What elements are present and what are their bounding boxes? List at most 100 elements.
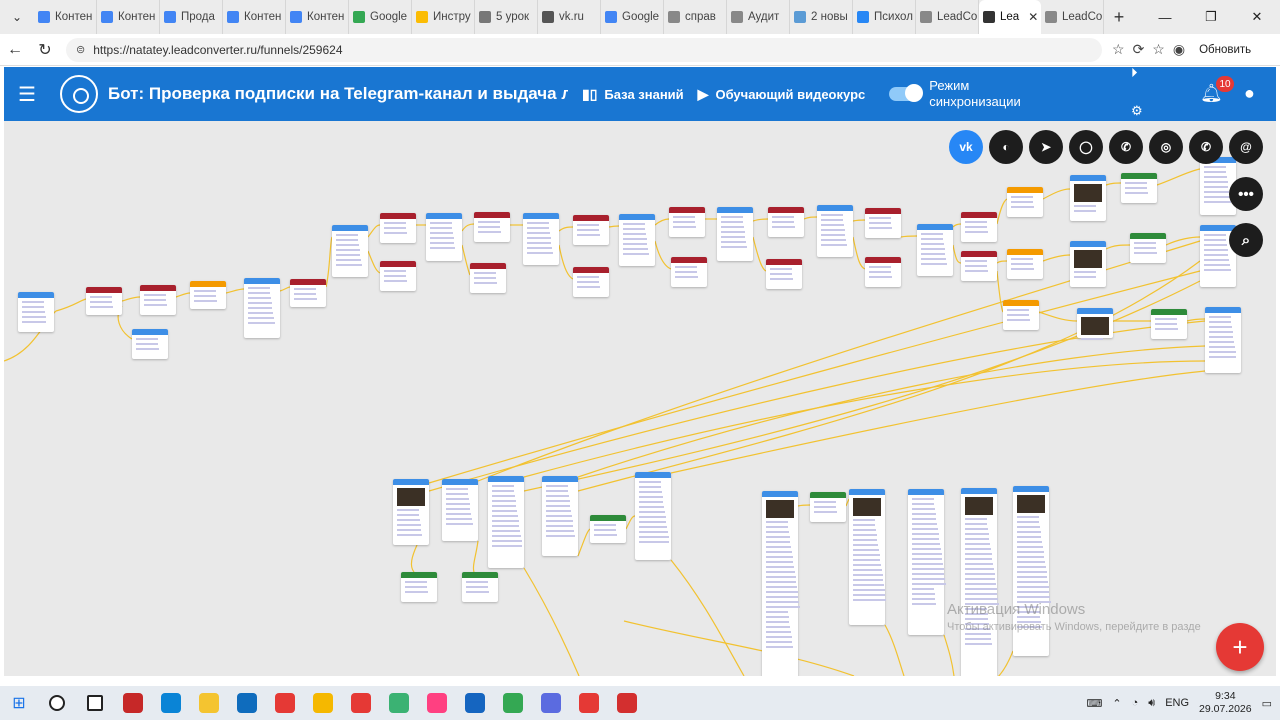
funnel-block[interactable] (768, 207, 804, 237)
funnel-block[interactable] (766, 259, 802, 289)
app-icon-7[interactable] (608, 686, 646, 720)
video-course-link[interactable]: ▶ Обучающий видеокурс (698, 86, 866, 103)
funnel-block[interactable] (442, 479, 478, 541)
search-icon[interactable]: ⌕ (1229, 223, 1263, 257)
funnel-block[interactable] (573, 215, 609, 245)
url-field[interactable]: ⊜ https://natatey.leadconverter.ru/funne… (66, 37, 1102, 62)
show-hidden-icon[interactable]: ⌃ (1112, 697, 1121, 710)
funnel-block[interactable] (573, 267, 609, 297)
funnel-block[interactable] (671, 257, 707, 287)
browser-tab[interactable]: Прода (160, 0, 223, 34)
new-tab-plus-icon[interactable]: + (1104, 7, 1134, 28)
yandex-browser-icon[interactable] (570, 686, 608, 720)
browser-tab[interactable]: vk.ru (538, 0, 601, 34)
more-options-button[interactable]: ••• (1229, 177, 1263, 211)
funnel-block[interactable] (86, 287, 122, 315)
funnel-block[interactable] (244, 278, 280, 338)
funnel-canvas[interactable]: vk ◐ ➤ ◯ ✆ ◎ ✆ @ ••• ⌕ Активация Windows Чтобы … (4, 121, 1276, 676)
funnel-block[interactable] (669, 207, 705, 237)
funnel-block[interactable] (462, 572, 498, 602)
browser-tab[interactable]: справ (664, 0, 727, 34)
funnel-block[interactable] (1130, 233, 1166, 263)
funnel-block[interactable] (865, 208, 901, 238)
knowledge-base-link[interactable]: ▮▯ База знаний (582, 86, 684, 103)
funnel-block[interactable] (488, 476, 524, 568)
funnel-block[interactable] (849, 489, 887, 625)
funnel-block[interactable] (401, 572, 437, 602)
app-icon-2[interactable] (304, 686, 342, 720)
funnel-block[interactable] (380, 213, 416, 243)
funnel-block[interactable] (961, 488, 999, 676)
browser-tab[interactable]: Контен (97, 0, 160, 34)
close-window-button[interactable]: ✕ (1234, 0, 1280, 34)
reload-icon[interactable]: ↻ (30, 35, 60, 65)
opera-icon[interactable] (342, 686, 380, 720)
browser-tab[interactable]: Контен (286, 0, 349, 34)
messenger-icon[interactable]: ◐ (989, 130, 1023, 164)
funnel-block[interactable] (470, 263, 506, 293)
funnel-block[interactable] (1007, 187, 1043, 217)
notifications-icon[interactable]: ▭ (1262, 697, 1272, 710)
explorer-icon[interactable] (190, 686, 228, 720)
play-icon[interactable]: ⏵ (1131, 65, 1138, 81)
funnel-block[interactable] (1121, 173, 1157, 203)
funnel-block[interactable] (635, 472, 671, 560)
site-info-icon[interactable]: ⊜ (76, 43, 85, 56)
browser-tab[interactable]: 5 урок (475, 0, 538, 34)
vk-icon[interactable]: vk (949, 130, 983, 164)
browser-tab[interactable]: Психол (853, 0, 916, 34)
funnel-block[interactable] (717, 207, 753, 261)
minimize-button[interactable]: — (1142, 0, 1188, 34)
leadconverter-logo[interactable] (60, 75, 98, 113)
funnel-block[interactable] (961, 251, 997, 281)
funnel-block[interactable] (762, 491, 800, 676)
edge-icon[interactable] (152, 686, 190, 720)
funnel-block[interactable] (1151, 309, 1187, 339)
app-icon-4[interactable] (418, 686, 456, 720)
browser-tab[interactable]: Lea ✕ (979, 0, 1041, 34)
funnel-block[interactable] (1007, 249, 1043, 279)
browser-tab[interactable]: Аудит (727, 0, 790, 34)
funnel-block[interactable] (619, 214, 655, 266)
extensions-icon[interactable]: ⟳ (1133, 41, 1145, 58)
back-arrow-icon[interactable]: ← (0, 35, 30, 65)
chat-icon[interactable]: ◯ (1069, 130, 1103, 164)
funnel-block[interactable] (917, 224, 953, 276)
funnel-block[interactable] (865, 257, 901, 287)
funnel-block[interactable] (140, 285, 176, 315)
browser-tab[interactable]: Google (349, 0, 412, 34)
funnel-block[interactable] (1077, 308, 1113, 340)
funnel-block[interactable] (132, 329, 168, 359)
update-button[interactable]: Обновить (1199, 44, 1251, 56)
whatsapp-icon[interactable]: ✆ (1189, 130, 1223, 164)
close-tab-icon[interactable]: ✕ (1028, 10, 1038, 24)
browser-tab[interactable]: Инстру (412, 0, 475, 34)
keyboard-icon[interactable]: ⌨ (1086, 697, 1102, 710)
outlook-icon[interactable] (228, 686, 266, 720)
sync-toggle[interactable] (889, 84, 924, 102)
yandex-icon[interactable] (266, 686, 304, 720)
funnel-block[interactable] (542, 476, 578, 556)
app-icon-6[interactable] (532, 686, 570, 720)
chrome-icon[interactable] (494, 686, 532, 720)
funnel-block[interactable] (1003, 300, 1039, 330)
maximize-button[interactable]: ❐ (1188, 0, 1234, 34)
browser-tab[interactable]: Google (601, 0, 664, 34)
funnel-block[interactable] (961, 212, 997, 242)
instagram-icon[interactable]: ◎ (1149, 130, 1183, 164)
gear-icon[interactable]: ⚙ (1131, 103, 1143, 119)
task-view-icon[interactable] (76, 686, 114, 720)
funnel-block[interactable] (426, 213, 462, 261)
add-block-button[interactable]: + (1216, 623, 1264, 671)
user-icon[interactable]: ● (1244, 83, 1255, 104)
profile-avatar[interactable]: ◉ (1173, 41, 1185, 58)
browser-tab[interactable]: 2 новы (790, 0, 853, 34)
funnel-block[interactable] (393, 479, 429, 545)
network-icon[interactable]: ◔ (1132, 697, 1139, 709)
search-icon[interactable] (38, 686, 76, 720)
browser-tab[interactable]: Контен (34, 0, 97, 34)
tab-list-chevron-icon[interactable]: ⌄ (0, 0, 34, 34)
lang-indicator[interactable]: ENG (1165, 697, 1189, 709)
funnel-block[interactable] (817, 205, 853, 257)
funnel-block[interactable] (290, 279, 326, 307)
